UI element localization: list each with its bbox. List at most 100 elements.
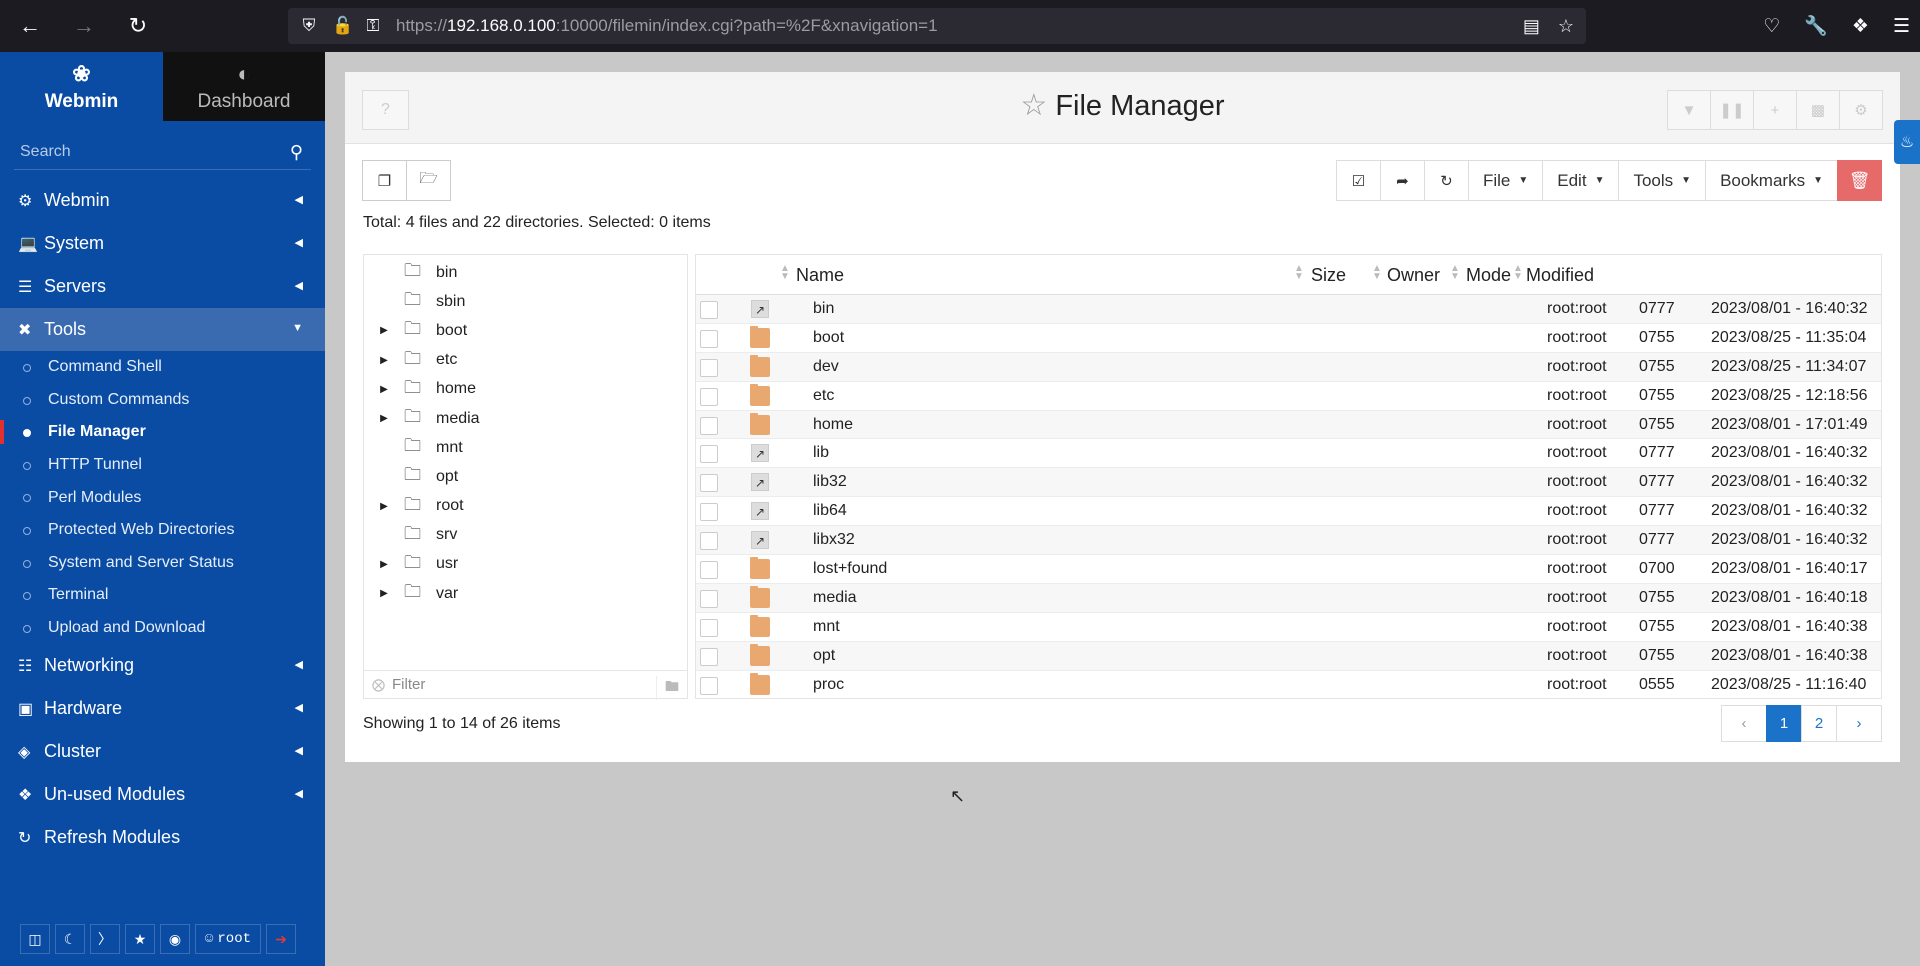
next-page-button[interactable]: › (1836, 705, 1882, 742)
table-row[interactable]: ↗ lib64 root:root 0777 2023/08/01 - 16:40:32 (696, 497, 1881, 527)
gear-icon[interactable]: ⚙ (1839, 90, 1883, 130)
expand-caret-icon[interactable]: ▶ (364, 413, 404, 424)
file-name[interactable]: lost+found (813, 560, 887, 578)
row-checkbox[interactable] (700, 387, 718, 406)
hamburger-menu-icon[interactable]: ☰ (1893, 15, 1910, 38)
sidebar-item-command-shell[interactable]: Command Shell (0, 351, 325, 384)
menu-category-system[interactable]: 💻 System ◀ (0, 222, 325, 265)
terminal-icon[interactable]: 〉 (90, 924, 120, 954)
tab-webmin[interactable]: ❀ Webmin (0, 52, 163, 121)
tree-item[interactable]: ▶ 🗀 home (364, 375, 687, 404)
file-name[interactable]: lib64 (813, 502, 847, 520)
sort-icon[interactable]: ▲ ▼ (780, 264, 790, 282)
open-folder-icon[interactable]: 🗁 (406, 160, 451, 201)
logout-icon[interactable]: ➔ (266, 924, 296, 954)
table-row[interactable]: etc root:root 0755 2023/08/25 - 12:18:56 (696, 382, 1881, 411)
share-icon[interactable]: ➦ (1379, 160, 1425, 201)
page-button[interactable]: 2 (1801, 705, 1837, 742)
expand-caret-icon[interactable]: ▶ (364, 588, 404, 599)
bookmarks-menu-button[interactable]: Bookmarks ▼ (1705, 160, 1838, 201)
tree-item[interactable]: ▶ 🗀 media (364, 404, 687, 433)
search-icon[interactable]: ⚲ (290, 142, 303, 163)
file-name[interactable]: libx32 (813, 531, 855, 549)
column-name[interactable]: Name (796, 265, 844, 286)
address-bar[interactable]: ⛨ 🔓 ⚿ https://192.168.0.100:10000/filemi… (288, 8, 1586, 44)
pocket-icon[interactable]: ♡ (1763, 15, 1780, 38)
sidebar-item-upload-download[interactable]: Upload and Download (0, 612, 325, 645)
notification-bell-icon[interactable]: ♨ (1894, 120, 1920, 164)
sidebar-item-http-tunnel[interactable]: HTTP Tunnel (0, 449, 325, 482)
menu-category-tools[interactable]: ✖ Tools ▼ (0, 308, 325, 351)
tools-menu-button[interactable]: Tools ▼ (1618, 160, 1707, 201)
prev-page-button[interactable]: ‹ (1721, 705, 1767, 742)
new-tab-icon[interactable]: ❐ (362, 160, 407, 201)
refresh-icon[interactable]: ↻ (1423, 160, 1469, 201)
shield-icon[interactable]: ⛨ (300, 16, 318, 36)
reader-view-icon[interactable]: ▤ (1523, 16, 1540, 37)
file-name[interactable]: proc (813, 676, 844, 694)
tree-item[interactable]: 🗀 sbin (364, 287, 687, 316)
row-checkbox[interactable] (700, 503, 718, 522)
expand-caret-icon[interactable]: ▶ (364, 559, 404, 570)
plus-icon[interactable]: + (1753, 90, 1797, 130)
column-modified[interactable]: Modified (1526, 265, 1594, 286)
sidebar-search-input[interactable] (14, 142, 284, 161)
row-checkbox[interactable] (700, 301, 718, 319)
lock-warning-icon[interactable]: 🔓 (332, 16, 353, 36)
row-checkbox[interactable] (700, 358, 718, 377)
file-menu-button[interactable]: File ▼ (1467, 160, 1544, 201)
file-name[interactable]: lib (813, 444, 829, 462)
folder-icon[interactable]: 🖿 (656, 676, 679, 700)
file-name[interactable]: boot (813, 329, 844, 347)
sort-icon[interactable]: ▲ ▼ (1450, 264, 1460, 282)
page-button[interactable]: 1 (1766, 705, 1802, 742)
columns-icon[interactable]: ❚❚ (1710, 90, 1754, 130)
tree-item[interactable]: ▶ 🗀 boot (364, 316, 687, 345)
table-row[interactable]: ↗ bin root:root 0777 2023/08/01 - 16:40:32 (696, 295, 1881, 324)
table-row[interactable]: lost+found root:root 0700 2023/08/01 - 16:4… (696, 555, 1881, 584)
filter-icon[interactable]: ▼ (1667, 90, 1711, 130)
table-row[interactable]: ↗ lib root:root 0777 2023/08/01 - 16:40:32 (696, 439, 1881, 469)
url-text[interactable]: https://192.168.0.100:10000/filemin/inde… (396, 16, 938, 36)
extensions-icon[interactable]: ❖ (1852, 15, 1869, 38)
user-button[interactable]: ☺ root (195, 924, 261, 954)
tree-item[interactable]: ▶ 🗀 root (364, 492, 687, 521)
palette-icon[interactable]: ◉ (160, 924, 190, 954)
table-row[interactable]: proc root:root 0555 2023/08/25 - 11:16:40 (696, 671, 1881, 698)
bookmark-star-icon[interactable]: ☆ (1558, 16, 1574, 37)
tree-item[interactable]: ▶ 🗀 usr (364, 550, 687, 579)
favorites-star-icon[interactable]: ★ (125, 924, 155, 954)
menu-category-hardware[interactable]: ▣ Hardware ◀ (0, 687, 325, 730)
sidebar-item-system-server-status[interactable]: System and Server Status (0, 547, 325, 580)
row-checkbox[interactable] (700, 416, 718, 435)
menu-category-webmin[interactable]: ⚙ Webmin ◀ (0, 179, 325, 222)
file-name[interactable]: home (813, 416, 853, 434)
table-row[interactable]: home root:root 0755 2023/08/01 - 17:01:49 (696, 410, 1881, 440)
tree-item[interactable]: ▶ 🗀 var (364, 579, 687, 608)
table-row[interactable]: dev root:root 0755 2023/08/25 - 11:34:07 (696, 352, 1881, 382)
delete-button[interactable]: 🗑 (1837, 160, 1882, 201)
key-icon[interactable]: ⚿ (364, 16, 382, 36)
column-owner[interactable]: Owner (1387, 265, 1440, 286)
table-row[interactable]: mnt root:root 0755 2023/08/01 - 16:40:38 (696, 613, 1881, 642)
tree-item[interactable]: 🗀 bin (364, 258, 687, 287)
tab-dashboard[interactable]: ◐ Dashboard (163, 52, 325, 121)
forward-arrow-icon[interactable]: → (66, 8, 102, 44)
expand-caret-icon[interactable]: ▶ (364, 355, 404, 366)
file-name[interactable]: lib32 (813, 473, 847, 491)
table-row[interactable]: opt root:root 0755 2023/08/01 - 16:40:38 (696, 641, 1881, 671)
favorite-star-icon[interactable]: ☆ (1020, 89, 1047, 122)
tree-item[interactable]: ▶ 🗀 etc (364, 346, 687, 375)
table-row[interactable]: boot root:root 0755 2023/08/25 - 11:35:04 (696, 324, 1881, 353)
edit-menu-button[interactable]: Edit ▼ (1542, 160, 1620, 201)
table-row[interactable]: ↗ lib32 root:root 0777 2023/08/01 - 16:40:32 (696, 468, 1881, 498)
sidebar-item-terminal[interactable]: Terminal (0, 579, 325, 612)
table-row[interactable]: ↗ libx32 root:root 0777 2023/08/01 - 16:40:3… (696, 526, 1881, 556)
tree-item[interactable]: 🗀 mnt (364, 433, 687, 462)
file-name[interactable]: opt (813, 647, 835, 665)
row-checkbox[interactable] (700, 445, 718, 464)
wrench-icon[interactable]: 🔧 (1804, 14, 1828, 38)
menu-refresh-modules[interactable]: ↻ Refresh Modules (0, 816, 325, 859)
expand-caret-icon[interactable]: ▶ (364, 501, 404, 512)
back-arrow-icon[interactable]: ← (12, 8, 48, 44)
